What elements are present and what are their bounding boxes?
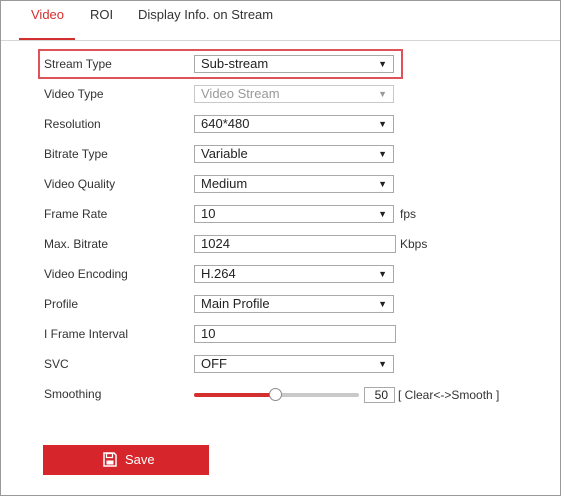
chevron-down-icon: ▼	[378, 269, 387, 279]
video-encoding-label: Video Encoding	[44, 267, 128, 281]
resolution-select[interactable]: 640*480 ▼	[194, 115, 394, 133]
smoothing-hint: [ Clear<->Smooth ]	[398, 388, 500, 402]
frame-rate-select[interactable]: 10 ▼	[194, 205, 394, 223]
resolution-label: Resolution	[44, 117, 101, 131]
svc-row: SVC OFF ▼	[44, 353, 524, 375]
frame-rate-label: Frame Rate	[44, 207, 108, 221]
chevron-down-icon: ▼	[378, 299, 387, 309]
chevron-down-icon: ▼	[378, 119, 387, 129]
stream-type-value: Sub-stream	[201, 56, 269, 71]
resolution-value: 640*480	[201, 116, 250, 131]
profile-select[interactable]: Main Profile ▼	[194, 295, 394, 313]
max-bitrate-row: Max. Bitrate 1024 Kbps	[44, 233, 524, 255]
video-type-select: Video Stream ▼	[194, 85, 394, 103]
chevron-down-icon: ▼	[378, 59, 387, 69]
profile-row: Profile Main Profile ▼	[44, 293, 524, 315]
smoothing-value-input[interactable]: 50	[364, 387, 395, 403]
video-type-label: Video Type	[44, 87, 104, 101]
bitrate-type-select[interactable]: Variable ▼	[194, 145, 394, 163]
max-bitrate-input[interactable]: 1024	[194, 235, 396, 253]
video-settings-panel: Video ROI Display Info. on Stream Stream…	[0, 0, 561, 496]
profile-label: Profile	[44, 297, 79, 311]
video-quality-label: Video Quality	[44, 177, 116, 191]
svc-select[interactable]: OFF ▼	[194, 355, 394, 373]
i-frame-interval-row: I Frame Interval 10	[44, 323, 524, 345]
svc-value: OFF	[201, 356, 227, 371]
video-encoding-value: H.264	[201, 266, 236, 281]
frame-rate-unit: fps	[400, 207, 417, 221]
smoothing-label: Smoothing	[44, 387, 102, 401]
bitrate-type-value: Variable	[201, 146, 248, 161]
tab-display-info-on-stream[interactable]: Display Info. on Stream	[138, 1, 273, 29]
tab-divider	[1, 40, 560, 41]
max-bitrate-value: 1024	[201, 236, 230, 251]
video-quality-row: Video Quality Medium ▼	[44, 173, 524, 195]
chevron-down-icon: ▼	[378, 179, 387, 189]
smoothing-slider-handle[interactable]	[269, 388, 282, 401]
i-frame-interval-input[interactable]: 10	[194, 325, 396, 343]
frame-rate-value: 10	[201, 206, 216, 221]
save-button[interactable]: Save	[43, 445, 209, 475]
video-encoding-select[interactable]: H.264 ▼	[194, 265, 394, 283]
i-frame-interval-label: I Frame Interval	[44, 327, 129, 341]
video-type-value: Video Stream	[201, 86, 280, 101]
max-bitrate-unit: Kbps	[400, 237, 428, 251]
chevron-down-icon: ▼	[378, 359, 387, 369]
bitrate-type-row: Bitrate Type Variable ▼	[44, 143, 524, 165]
video-quality-select[interactable]: Medium ▼	[194, 175, 394, 193]
chevron-down-icon: ▼	[378, 149, 387, 159]
stream-type-select[interactable]: Sub-stream ▼	[194, 55, 394, 73]
video-quality-value: Medium	[201, 176, 248, 191]
resolution-row: Resolution 640*480 ▼	[44, 113, 524, 135]
video-type-row: Video Type Video Stream ▼	[44, 83, 524, 105]
i-frame-interval-value: 10	[201, 326, 216, 341]
chevron-down-icon: ▼	[378, 89, 387, 99]
frame-rate-row: Frame Rate 10 ▼ fps	[44, 203, 524, 225]
floppy-disk-icon	[103, 452, 117, 467]
chevron-down-icon: ▼	[378, 209, 387, 219]
stream-type-row: Stream Type Sub-stream ▼	[44, 53, 524, 75]
tab-video[interactable]: Video	[31, 1, 64, 29]
video-encoding-row: Video Encoding H.264 ▼	[44, 263, 524, 285]
tab-roi[interactable]: ROI	[90, 1, 113, 29]
bitrate-type-label: Bitrate Type	[44, 147, 108, 161]
max-bitrate-label: Max. Bitrate	[44, 237, 109, 251]
stream-type-label: Stream Type	[44, 57, 112, 71]
profile-value: Main Profile	[201, 296, 270, 311]
save-label: Save	[125, 452, 155, 467]
smoothing-slider-track[interactable]	[276, 393, 359, 397]
smoothing-slider-fill[interactable]	[194, 393, 276, 397]
svc-label: SVC	[44, 357, 69, 371]
